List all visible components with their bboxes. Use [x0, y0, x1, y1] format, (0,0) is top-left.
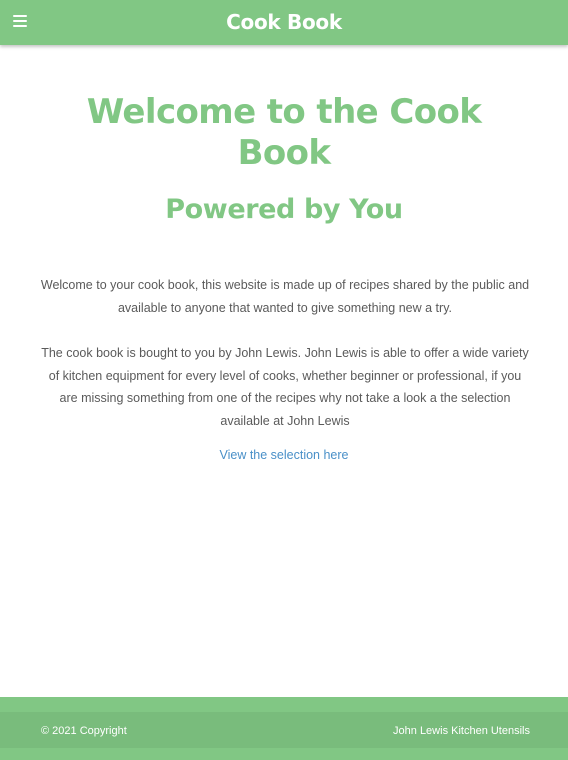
copyright-text: © 2021 Copyright [41, 725, 127, 737]
sponsor-paragraph: The cook book is bought to you by John L… [41, 346, 529, 428]
brand-logo-link[interactable]: Cook Book [226, 10, 342, 34]
kitchen-utensils-link[interactable]: John Lewis Kitchen Utensils [393, 724, 530, 738]
top-navbar: Cook Book [0, 0, 568, 45]
view-selection-link[interactable]: View the selection here [219, 448, 348, 462]
selection-link-container: View the selection here [0, 444, 568, 463]
page-footer: © 2021 Copyright John Lewis Kitchen Uten… [0, 697, 568, 760]
brand-title-container: Cook Book [0, 8, 568, 36]
intro-paragraph: Welcome to your cook book, this website … [40, 278, 530, 315]
page-title: Welcome to the Cook Book [0, 92, 568, 174]
page-title-line2: Book [237, 133, 331, 173]
page-title-line1: Welcome to the Cook [86, 92, 482, 132]
hamburger-menu-icon[interactable] [10, 11, 30, 31]
page-subtitle: Powered by You [165, 194, 403, 225]
